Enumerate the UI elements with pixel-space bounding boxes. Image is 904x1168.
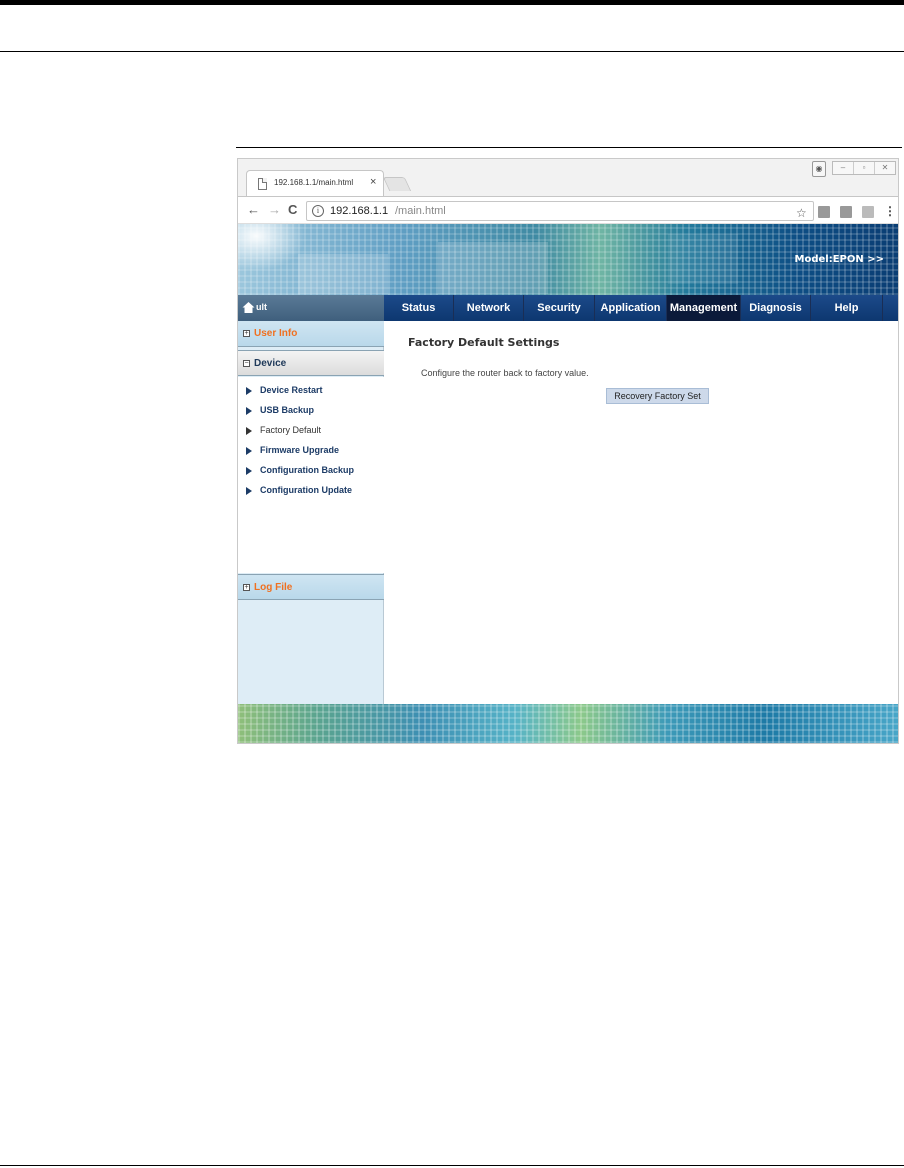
triangle-right-icon bbox=[246, 487, 252, 495]
sidebar: ult + User Info − Device Device Restart … bbox=[238, 295, 384, 704]
user-label: ult bbox=[256, 302, 267, 312]
triangle-right-icon bbox=[246, 427, 252, 435]
sidebar-section-log-file[interactable]: + Log File bbox=[238, 574, 384, 600]
close-window-button[interactable]: ✕ bbox=[875, 162, 895, 174]
browser-window: 192.168.1.1/main.html × ◉ – ▫ ✕ ← → C i … bbox=[237, 158, 899, 744]
expand-icon: + bbox=[243, 584, 250, 591]
triangle-right-icon bbox=[246, 467, 252, 475]
recovery-factory-set-button[interactable]: Recovery Factory Set bbox=[606, 388, 709, 404]
browser-menu-icon[interactable]: ⋮ bbox=[884, 204, 896, 218]
page-title: Factory Default Settings bbox=[408, 336, 560, 349]
device-submenu: Device Restart USB Backup Factory Defaul… bbox=[238, 377, 384, 573]
page-top-rule bbox=[0, 0, 904, 5]
page-bottom-rule bbox=[0, 1165, 904, 1166]
window-controls: – ▫ ✕ bbox=[832, 161, 896, 175]
profile-icon[interactable]: ◉ bbox=[812, 161, 826, 177]
forward-arrow-icon[interactable]: → bbox=[268, 202, 281, 217]
sidebar-section-user-info[interactable]: + User Info bbox=[238, 321, 384, 347]
tab-title: 192.168.1.1/main.html bbox=[274, 178, 354, 187]
maximize-button[interactable]: ▫ bbox=[854, 162, 875, 174]
page-header-rule bbox=[0, 51, 904, 52]
triangle-right-icon bbox=[246, 407, 252, 415]
main-content: Factory Default Settings Configure the r… bbox=[385, 321, 898, 704]
sidebar-section-device[interactable]: − Device bbox=[238, 350, 384, 376]
home-icon bbox=[242, 302, 255, 313]
collapse-icon: − bbox=[243, 360, 250, 367]
extension-icon[interactable] bbox=[840, 206, 852, 218]
tab-strip: 192.168.1.1/main.html × ◉ – ▫ ✕ bbox=[238, 159, 898, 196]
back-arrow-icon[interactable]: ← bbox=[247, 202, 260, 217]
bookmark-star-icon[interactable]: ☆ bbox=[796, 206, 807, 220]
router-footer-banner bbox=[238, 704, 898, 743]
section-label: Log File bbox=[254, 582, 293, 593]
reload-icon[interactable]: C bbox=[288, 202, 297, 217]
new-tab-button[interactable] bbox=[382, 177, 412, 191]
minimize-button[interactable]: – bbox=[833, 162, 854, 174]
url-host: 192.168.1.1 bbox=[330, 205, 389, 217]
section-label: User Info bbox=[254, 328, 298, 339]
page-viewport: Model:EPON >> ult + User Info − Device D… bbox=[238, 224, 898, 743]
browser-toolbar: ← → C i 192.168.1.1 /main.html ☆ ⋮ bbox=[238, 196, 898, 224]
tab-security[interactable]: Security bbox=[524, 295, 595, 321]
tab-status[interactable]: Status bbox=[384, 295, 454, 321]
tab-application[interactable]: Application bbox=[595, 295, 667, 321]
triangle-right-icon bbox=[246, 447, 252, 455]
info-icon[interactable]: i bbox=[312, 205, 324, 217]
address-bar[interactable]: i 192.168.1.1 /main.html bbox=[306, 201, 814, 221]
figure-rule bbox=[236, 147, 902, 148]
expand-icon: + bbox=[243, 330, 250, 337]
tab-help[interactable]: Help bbox=[811, 295, 883, 321]
router-banner: Model:EPON >> bbox=[238, 224, 898, 295]
tab-network[interactable]: Network bbox=[454, 295, 524, 321]
extension-icon[interactable] bbox=[818, 206, 830, 218]
sidebar-header: ult bbox=[238, 295, 384, 321]
tab-management[interactable]: Management bbox=[667, 295, 741, 321]
tab-diagnosis[interactable]: Diagnosis bbox=[741, 295, 811, 321]
triangle-right-icon bbox=[246, 387, 252, 395]
tab-close-icon[interactable]: × bbox=[370, 176, 376, 188]
section-label: Device bbox=[254, 358, 287, 369]
model-label[interactable]: Model:EPON >> bbox=[795, 254, 884, 265]
top-nav: Status Network Security Application Mana… bbox=[384, 295, 898, 321]
browser-tab[interactable]: 192.168.1.1/main.html × bbox=[246, 170, 384, 196]
extension-icon[interactable] bbox=[862, 206, 874, 218]
page-description: Configure the router back to factory val… bbox=[421, 368, 589, 378]
url-path: /main.html bbox=[395, 205, 446, 217]
page-icon bbox=[258, 178, 267, 190]
